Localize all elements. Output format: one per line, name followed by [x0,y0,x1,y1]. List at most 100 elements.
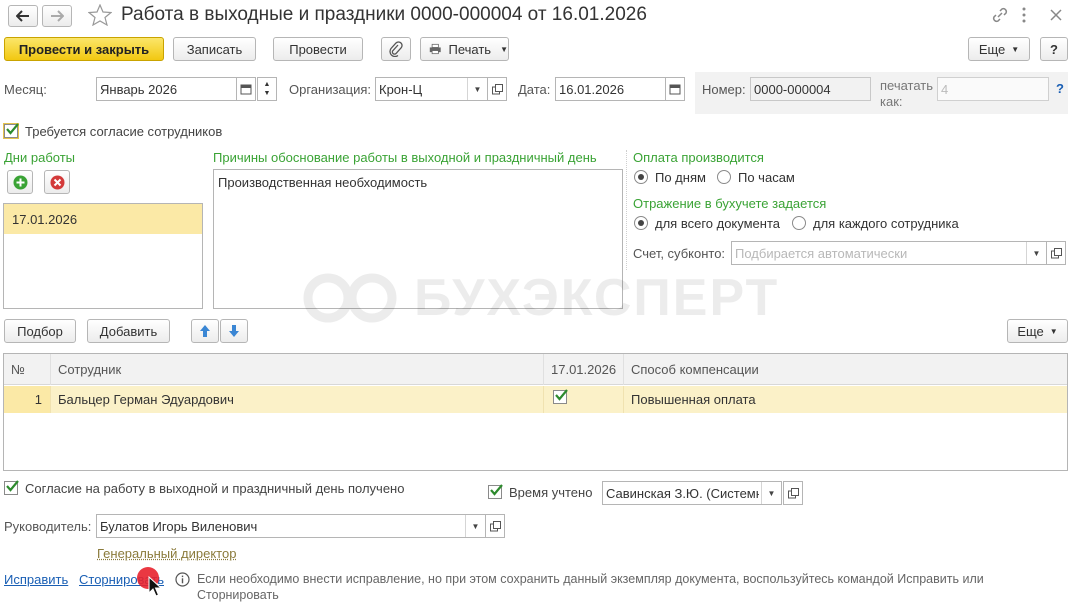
add-button[interactable]: Добавить [87,319,170,343]
month-value: Январь 2026 [100,81,178,97]
date-calendar-button[interactable] [665,77,685,101]
arrow-left-icon [16,10,29,22]
back-button[interactable] [8,5,38,27]
manager-label: Руководитель: [4,519,92,534]
column-header-num[interactable]: № [4,354,51,385]
open-icon [491,83,503,94]
payment-by-hours-radio[interactable] [717,170,731,184]
month-stepper[interactable]: ▲ ▼ [257,77,277,101]
organization-value: Крон-Ц [379,81,423,97]
number-field[interactable]: 0000-000004 [750,77,871,101]
consent-received-label: Согласие на работу в выходной и празднич… [25,481,405,496]
consent-received-checkbox[interactable] [4,480,19,495]
manager-field[interactable]: Булатов Игорь Виленович ▼ [96,514,486,538]
forward-button[interactable] [42,5,72,27]
info-text-line-1: Если необходимо внести исправление, но п… [197,572,984,586]
date-label: Дата: [518,82,551,97]
chevron-down-icon[interactable]: ▼ [1026,242,1046,264]
save-button[interactable]: Записать [173,37,256,61]
month-field[interactable]: Январь 2026 [96,77,237,101]
arrow-right-icon [51,10,64,22]
close-icon[interactable] [1049,8,1063,22]
print-button[interactable]: Печать ▼ [420,37,509,61]
date-value: 16.01.2026 [559,81,625,97]
attach-button[interactable] [381,37,411,61]
time-person-open-button[interactable] [783,481,803,505]
move-down-button[interactable] [220,319,248,343]
watermark-logo-icon [303,273,397,323]
column-header-employee[interactable]: Сотрудник [51,354,544,385]
accounting-doc-radio[interactable] [634,216,648,230]
column-header-date[interactable]: 17.01.2026 [544,354,624,385]
arrow-up-icon [200,325,210,337]
link-icon[interactable] [991,6,1009,24]
list-item[interactable]: 17.01.2026 [4,204,202,234]
organization-field[interactable]: Крон-Ц ▼ [375,77,488,101]
account-field[interactable]: Подбирается автоматически ▼ [731,241,1047,265]
more-button[interactable]: Еще ▼ [968,37,1030,61]
move-up-button[interactable] [191,319,219,343]
table-more-button[interactable]: Еще ▼ [1007,319,1068,343]
checkmark-icon [555,389,568,401]
add-day-button[interactable] [7,170,33,194]
table-row[interactable]: 1 Бальцер Герман Эдуардович Повышенная о… [4,386,1067,413]
print-as-label-2: как: [880,94,903,109]
number-value: 0000-000004 [754,81,831,97]
account-label: Счет, субконто: [633,246,726,261]
stepper-down-icon: ▼ [263,90,271,97]
payment-by-days-label: По дням [655,170,706,185]
help-button[interactable]: ? [1040,37,1068,61]
row-date-checkbox[interactable] [553,389,568,404]
watermark: БУХЭКСПЕРТ [300,268,779,328]
chevron-down-icon[interactable]: ▼ [465,515,485,537]
time-person-field[interactable]: Савинская З.Ю. (Системный ▼ [602,481,782,505]
checkmark-icon [490,484,503,496]
print-as-field[interactable]: 4 [937,77,1049,101]
organization-open-button[interactable] [487,77,507,101]
window-title: Работа в выходные и праздники 0000-00000… [121,4,647,25]
info-text-line-2: Сторнировать [197,588,279,602]
info-icon [175,572,190,587]
chevron-down-icon[interactable]: ▼ [761,482,781,504]
select-button[interactable]: Подбор [4,319,76,343]
manager-position-link[interactable]: Генеральный директор [97,546,236,561]
row-compensation[interactable]: Повышенная оплата [624,386,1067,413]
post-and-close-button[interactable]: Провести и закрыть [4,37,164,61]
account-placeholder: Подбирается автоматически [735,245,908,261]
accounting-title: Отражение в бухучете задается [633,196,827,211]
consent-required-label: Требуется согласие сотрудников [25,124,223,139]
chevron-down-icon: ▼ [1049,326,1058,336]
consent-required-checkbox[interactable] [3,123,19,139]
plus-circle-icon [13,175,27,189]
date-field[interactable]: 16.01.2026 [555,77,666,101]
more-vert-icon[interactable] [1020,6,1028,24]
open-icon [489,520,501,531]
post-button[interactable]: Провести [273,37,363,61]
chevron-down-icon[interactable]: ▼ [467,78,487,100]
favorite-star-icon[interactable] [88,4,112,26]
checkmark-icon [6,480,19,492]
work-days-title: Дни работы [4,150,76,165]
mouse-cursor-icon [148,576,162,597]
calendar-icon [669,84,681,95]
print-as-label-1: печатать [880,78,934,93]
paperclip-icon [389,41,403,57]
checkmark-icon [6,123,19,135]
row-date-cell[interactable] [544,386,624,413]
account-open-button[interactable] [1046,241,1066,265]
column-header-compensation[interactable]: Способ компенсации [624,354,1067,385]
fix-link[interactable]: Исправить [4,572,68,587]
time-accounted-checkbox[interactable] [488,484,503,499]
month-calendar-button[interactable] [236,77,256,101]
accounting-doc-label: для всего документа [655,216,780,231]
manager-open-button[interactable] [485,514,505,538]
number-help-link[interactable]: ? [1056,81,1064,96]
payment-by-days-radio[interactable] [634,170,648,184]
month-label: Месяц: [4,82,47,97]
delete-day-button[interactable] [44,170,70,194]
arrow-down-icon [229,325,239,337]
accounting-each-radio[interactable] [792,216,806,230]
time-person-value: Савинская З.Ю. (Системный [606,485,759,501]
chevron-down-icon: ▼ [1011,44,1020,54]
row-employee[interactable]: Бальцер Герман Эдуардович [51,386,544,413]
